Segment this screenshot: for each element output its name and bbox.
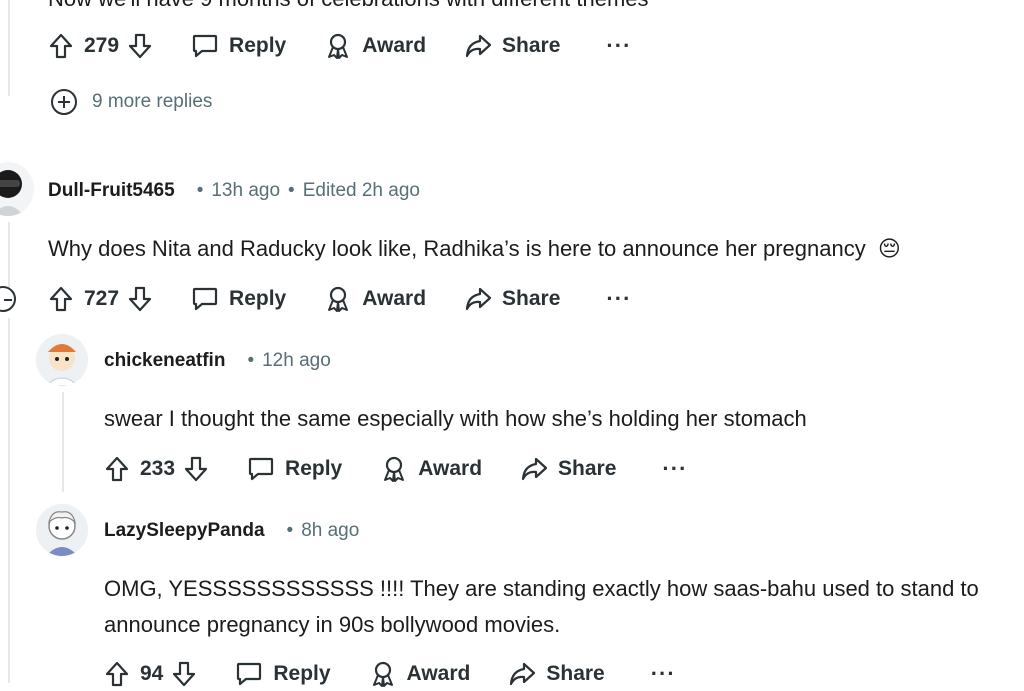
comment-meta: Dull-Fruit5465 • 13h ago • Edited 2h ago [48, 180, 420, 202]
vote-group: 727 [48, 285, 153, 313]
collapse-thread-button[interactable] [0, 286, 16, 312]
comment-icon [235, 661, 263, 687]
reply-button[interactable]: Reply [191, 286, 286, 312]
share-icon [464, 286, 492, 312]
reply-label: Reply [229, 34, 287, 57]
comment-actions: 727 Reply Award Share ··· [48, 282, 631, 316]
downvote-icon[interactable] [171, 660, 197, 688]
avatar[interactable] [36, 504, 88, 556]
reply-button[interactable]: Reply [235, 661, 331, 687]
comment-meta: LazySleepyPanda • 8h ago [104, 520, 359, 542]
comment-meta: chickeneatfin • 12h ago [104, 350, 331, 372]
emoji: 😔 [877, 236, 901, 261]
vote-group: 233 [104, 455, 209, 483]
thread-line [8, 0, 10, 96]
share-icon [508, 661, 536, 687]
separator: • [247, 350, 255, 371]
reply-label: Reply [229, 287, 287, 310]
award-icon [380, 455, 408, 483]
reply-label: Reply [273, 662, 331, 685]
downvote-icon[interactable] [127, 32, 153, 60]
more-options-icon[interactable]: ··· [606, 35, 631, 57]
timestamp: 8h ago [301, 520, 360, 541]
share-icon [464, 33, 492, 59]
expand-icon [50, 88, 78, 116]
downvote-icon[interactable] [183, 455, 209, 483]
username[interactable]: Dull-Fruit5465 [48, 180, 175, 202]
award-icon [324, 32, 352, 60]
vote-group: 279 [48, 32, 153, 60]
award-button[interactable]: Award [380, 455, 482, 483]
award-button[interactable]: Award [324, 32, 426, 60]
share-button[interactable]: Share [520, 456, 616, 482]
upvote-icon[interactable] [48, 285, 74, 313]
award-label: Award [418, 457, 483, 480]
award-label: Award [362, 287, 427, 310]
award-button[interactable]: Award [369, 660, 471, 688]
reply-button[interactable]: Reply [191, 33, 286, 59]
share-button[interactable]: Share [464, 33, 560, 59]
avatar[interactable] [36, 334, 88, 386]
share-label: Share [502, 34, 561, 57]
comment-actions: 279 Reply Award Share ··· [48, 29, 631, 63]
upvote-icon[interactable] [104, 455, 130, 483]
share-button[interactable]: Share [508, 661, 605, 687]
vote-count: 279 [84, 34, 120, 57]
comment-icon [191, 286, 219, 312]
award-icon [369, 660, 397, 688]
share-icon [520, 456, 548, 482]
more-replies-button[interactable]: 9 more replies [50, 88, 212, 116]
comment-text: Why does Nita and Raducky look like, Rad… [48, 236, 866, 261]
comment-text-line: announce pregnancy in 90s bollywood movi… [104, 612, 561, 637]
vote-group: 94 [104, 660, 197, 688]
reply-button[interactable]: Reply [247, 456, 342, 482]
share-button[interactable]: Share [464, 286, 560, 312]
upvote-icon[interactable] [104, 660, 130, 688]
award-label: Award [406, 662, 471, 685]
comment-body: Why does Nita and Raducky look like, Rad… [48, 231, 901, 267]
comment-actions: 94 Reply Award Share ··· [104, 657, 676, 691]
comment-icon [247, 456, 275, 482]
downvote-icon[interactable] [127, 285, 153, 313]
separator: • [196, 180, 204, 201]
comment-actions: 233 Reply Award Share ··· [104, 452, 687, 486]
share-label: Share [558, 457, 617, 480]
share-label: Share [502, 287, 561, 310]
comment-body: OMG, YESSSSSSSSSSSS !!!! They are standi… [104, 571, 1019, 643]
vote-count: 94 [140, 662, 164, 685]
more-options-icon[interactable]: ··· [662, 458, 687, 480]
edited-label: Edited 2h ago [302, 180, 420, 201]
avatar[interactable] [0, 162, 34, 216]
comment-text: swear I thought the same especially with… [104, 406, 807, 431]
timestamp: 12h ago [262, 350, 331, 371]
thread-line [8, 222, 10, 288]
vote-count: 233 [140, 457, 176, 480]
award-label: Award [362, 34, 427, 57]
comment-icon [191, 33, 219, 59]
previous-comment-text: Now we'll have 9 months of celebrations … [48, 0, 649, 12]
more-options-icon[interactable]: ··· [651, 663, 676, 685]
username[interactable]: LazySleepyPanda [104, 520, 265, 542]
thread-line [62, 392, 64, 492]
upvote-icon[interactable] [48, 32, 74, 60]
share-label: Share [546, 662, 605, 685]
timestamp: 13h ago [211, 180, 281, 201]
vote-count: 727 [84, 287, 120, 310]
username[interactable]: chickeneatfin [104, 350, 225, 372]
award-icon [324, 285, 352, 313]
separator: • [286, 520, 294, 541]
reply-label: Reply [285, 457, 343, 480]
separator: • [288, 180, 295, 201]
award-button[interactable]: Award [324, 285, 426, 313]
more-replies-label: 9 more replies [92, 91, 213, 112]
comment-text-line: OMG, YESSSSSSSSSSSS !!!! They are standi… [104, 576, 979, 601]
more-options-icon[interactable]: ··· [606, 288, 631, 310]
comment-body: swear I thought the same especially with… [104, 401, 807, 437]
thread-line [8, 318, 10, 683]
